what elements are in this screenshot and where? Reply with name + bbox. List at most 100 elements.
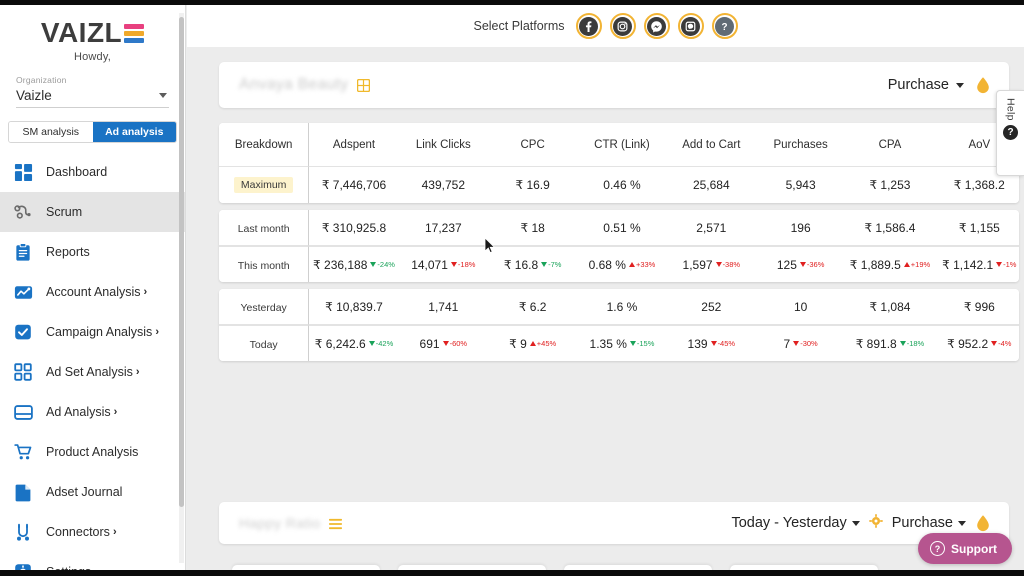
metric-cell-content: 25,684 [693,178,730,192]
sidebar-item-product-analysis[interactable]: Product Analysis [0,432,185,472]
greeting-text: Howdy, [73,51,112,63]
sidebar-item-ad-analysis[interactable]: Ad Analysis › [0,392,185,432]
chevron-down-icon[interactable] [958,520,966,526]
column-header-purchases[interactable]: Purchases [755,123,846,167]
table-row: This month ₹ 236,188 -24% 14,071 -18% ₹ 16.8-… [219,246,1019,282]
analysis-tabs: SM analysis Ad analysis [8,121,177,143]
chevron-down-icon[interactable] [956,82,964,88]
instagram-icon[interactable] [609,13,636,39]
whatsapp-icon[interactable] [677,13,704,39]
chevron-right-icon[interactable]: › [113,526,117,538]
yellow-gear-icon[interactable] [868,513,883,533]
metric-value: 1.6 % [606,299,638,314]
metric-cell-content: ₹ 1,142.1 -1% [942,258,1016,272]
date-range-label[interactable]: Today - Yesterday [731,515,846,531]
metric-cell-content: 0.51 % [603,221,640,235]
ratio-metric-dropdown-label[interactable]: Purchase [892,515,953,531]
chevron-right-icon[interactable]: › [136,366,140,378]
column-header-cpa[interactable]: CPA [845,123,935,167]
platform-icon-group: ? [575,13,738,39]
download-drop-icon[interactable] [975,514,991,532]
metric-value: ₹ 7,446,706 [321,178,387,192]
organization-block: Organization Vaizle [0,63,185,108]
metric-cell: ₹ 891.8 -18% [845,325,935,361]
metric-cell-content: ₹ 891.8 -18% [856,337,925,351]
question-circle-icon: ? [930,541,945,556]
help-tab[interactable]: Help ? [996,90,1024,176]
column-header-link-clicks[interactable]: Link Clicks [398,123,488,167]
triangle-down-icon [442,341,449,346]
metric-cell-content: 1,597 -38% [683,258,741,272]
organization-select[interactable]: Vaizle [16,87,169,108]
sidebar-item-text: Ad Analysis › [46,405,117,419]
column-header-breakdown[interactable]: Breakdown [219,123,310,167]
metric-cell-content: ₹ 10,839.7 [325,300,383,314]
chevron-down-icon[interactable] [851,520,860,526]
metric-value: 25,684 [692,178,730,192]
metric-cell: 1,597 -38% [666,246,756,282]
chevron-right-icon[interactable]: › [114,406,118,418]
metric-cell-content: ₹ 996 [964,300,995,314]
sidebar-scrollbar-thumb[interactable] [179,17,184,507]
chevron-right-icon[interactable]: › [144,286,148,298]
triangle-down-icon [799,262,806,267]
table-row: Today ₹ 6,242.6 -42% 691 -60% ₹ 9 +45% 1.35 % -1… [219,325,1019,361]
column-header-cpc[interactable]: CPC [487,123,578,167]
sidebar-item-scrum[interactable]: Scrum [0,192,185,232]
facebook-icon[interactable] [575,13,602,39]
support-label: Support [951,541,997,556]
messenger-icon[interactable] [643,13,670,39]
download-drop-icon[interactable] [975,76,991,94]
sidebar-nav: Dashboard Scrum Reports Account Analysis › Ca… [0,152,185,570]
sidebar-item-label: Dashboard [46,165,108,179]
tab-ad-analysis[interactable]: Ad analysis [92,122,176,142]
scrum-icon [13,202,33,222]
metric-value: ₹ 1,368.2 [953,178,1005,192]
sidebar-item-reports[interactable]: Reports [0,232,185,272]
metric-value: ₹ 1,889.5 [849,257,901,272]
row-label: Maximum [233,177,294,193]
sidebar-item-settings[interactable]: Settings [0,552,185,570]
sidebar-item-campaign-analysis[interactable]: Campaign Analysis › [0,312,185,352]
metric-cell-content: 1.35 % -15% [590,337,655,351]
metric-cell: ₹ 1,155 [934,210,1019,246]
column-header-adspent[interactable]: Adspent [309,123,399,167]
list-icon[interactable] [329,517,343,530]
metric-delta: +19% [903,260,930,269]
metric-delta-value: -60% [449,339,468,348]
help-question-icon[interactable]: ? [711,13,738,39]
chevron-right-icon[interactable]: › [155,326,159,338]
column-header-add-to-cart[interactable]: Add to Cart [666,123,756,167]
sidebar-item-label: Campaign Analysis [46,325,153,339]
table-group: Breakdown Adspent Link Clicks CPC CTR (Link)… [219,123,1019,203]
metric-cell: ₹ 6,242.6 -42% [309,325,399,361]
metric-value: ₹ 6,242.6 [314,336,366,351]
sidebar-item-label: Ad Analysis [46,405,111,419]
metric-delta: -42% [368,339,393,348]
support-button[interactable]: ? Support [918,533,1012,564]
metric-delta: -24% [370,260,395,269]
grid-icon[interactable] [357,78,371,92]
column-header-ctr-link[interactable]: CTR (Link) [577,123,667,167]
metric-value: 0.46 % [603,178,641,192]
sidebar-item-adset-journal[interactable]: Adset Journal [0,472,185,512]
metric-cell: 1,741 [398,289,488,325]
sidebar-item-connectors[interactable]: Connectors › [0,512,185,552]
metric-value: ₹ 10,839.7 [325,299,383,314]
sidebar-item-account-analysis[interactable]: Account Analysis › [0,272,185,312]
row-label: This month [237,259,290,272]
app-root: VAIZL Howdy, Organization Vaizle SM anal… [0,0,1024,576]
metric-cell: 1.6 % [577,289,667,325]
metric-cell: 691 -60% [398,325,488,361]
metric-cell-content: 252 [701,300,721,314]
logo-wordmark: VAIZL [40,17,123,48]
metric-value: ₹ 310,925.8 [321,220,387,235]
tab-sm-analysis[interactable]: SM analysis [9,122,93,142]
sidebar-item-dashboard[interactable]: Dashboard [0,152,185,192]
sidebar-item-ad-set-analysis[interactable]: Ad Set Analysis › [0,352,185,392]
metric-value: ₹ 6.2 [518,299,547,314]
metric-delta: -7% [541,260,561,269]
sidebar-item-text: Product Analysis [46,445,138,459]
metric-dropdown-label[interactable]: Purchase [888,77,949,93]
check-badge-icon [13,322,33,342]
